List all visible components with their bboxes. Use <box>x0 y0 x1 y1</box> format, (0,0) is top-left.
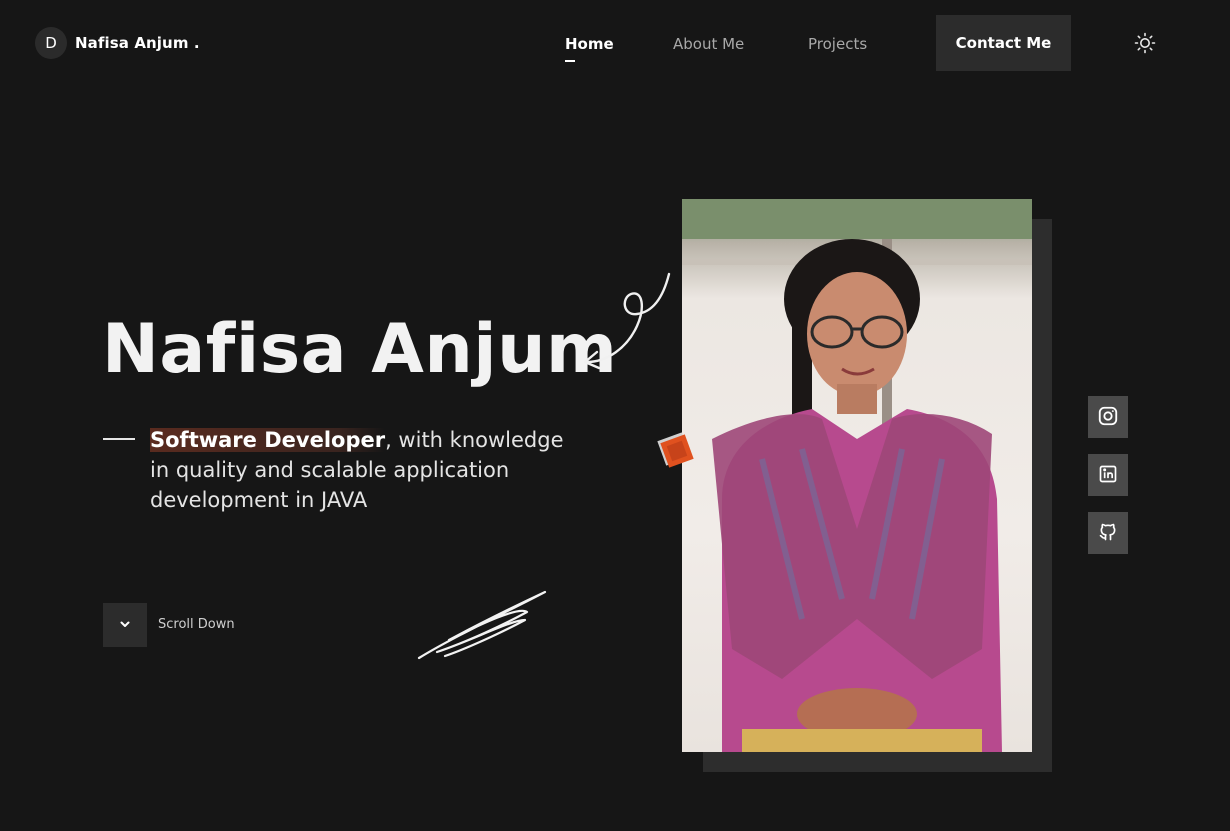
hero-name: Nafisa Anjum <box>102 310 618 389</box>
instagram-icon <box>1097 405 1119 430</box>
github-icon <box>1098 522 1118 545</box>
chevron-down-icon <box>118 617 132 634</box>
scroll-down-label: Scroll Down <box>158 617 235 632</box>
instagram-button[interactable] <box>1088 396 1128 438</box>
nav-projects-link[interactable]: Projects <box>808 35 867 53</box>
linkedin-icon <box>1098 464 1118 487</box>
tagline-dash <box>103 438 135 440</box>
tagline: Software Developer, with knowledge in qu… <box>150 425 570 515</box>
linkedin-button[interactable] <box>1088 454 1128 496</box>
scroll-down-button[interactable] <box>103 603 147 647</box>
curly-arrow-icon <box>575 268 675 377</box>
brand-logo: D <box>35 27 67 59</box>
sun-icon[interactable] <box>1133 31 1157 55</box>
scribble-decoration <box>415 590 550 666</box>
decorative-square <box>655 430 699 474</box>
portfolio-page: D Nafisa Anjum . Home About Me Projects … <box>0 0 1230 831</box>
brand-name: Nafisa Anjum . <box>75 34 200 52</box>
brand[interactable]: D Nafisa Anjum . <box>35 27 200 59</box>
github-button[interactable] <box>1088 512 1128 554</box>
nav-about-link[interactable]: About Me <box>673 35 744 53</box>
contact-button[interactable]: Contact Me <box>936 15 1071 71</box>
role-highlight: Software Developer <box>150 428 386 452</box>
nav-home-link[interactable]: Home <box>565 35 614 62</box>
profile-photo <box>682 199 1032 752</box>
